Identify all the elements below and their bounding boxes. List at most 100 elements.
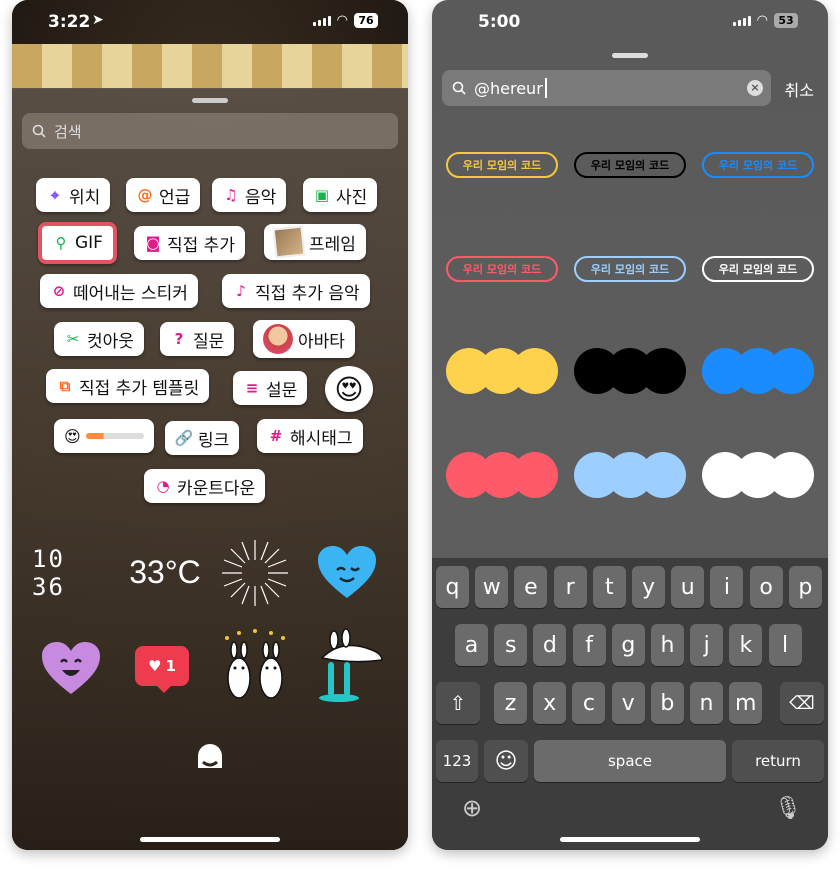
- emoji-reaction-sticker[interactable]: 😍: [325, 366, 373, 412]
- gif-sticker[interactable]: ⚲ GIF: [38, 222, 117, 264]
- key-k[interactable]: k: [729, 624, 763, 666]
- key-h[interactable]: h: [651, 624, 684, 666]
- temperature-value: 33°C: [129, 553, 201, 590]
- emoji-slider-sticker[interactable]: 😍: [54, 419, 154, 453]
- avatar-label: 아바타: [298, 331, 345, 352]
- key-y[interactable]: y: [632, 566, 665, 608]
- dot-trio-sticker[interactable]: [446, 348, 558, 394]
- camera-icon: ◙: [145, 234, 161, 252]
- dot-trio-sticker[interactable]: [574, 452, 686, 498]
- key-w[interactable]: w: [475, 566, 509, 608]
- key-p[interactable]: p: [788, 566, 822, 608]
- link-sticker[interactable]: 🔗 링크: [165, 421, 240, 455]
- sheet-handle[interactable]: [192, 98, 228, 103]
- dot-trio-sticker[interactable]: [574, 348, 686, 394]
- space-key[interactable]: space: [534, 740, 726, 782]
- key-o[interactable]: o: [749, 566, 783, 608]
- key-x[interactable]: x: [533, 682, 567, 724]
- key-n[interactable]: n: [690, 682, 723, 724]
- link-label: 링크: [198, 430, 230, 451]
- right-phone: 5:00 ◠ 53 @hereur × 취소 우리 모임의 코드 우리 모임의 코…: [432, 0, 828, 850]
- countdown-sticker[interactable]: ◔ 카운트다운: [144, 469, 266, 503]
- key-q[interactable]: q: [436, 566, 469, 608]
- dot-trio-sticker[interactable]: [446, 452, 558, 498]
- key-e[interactable]: e: [514, 566, 548, 608]
- dot-trio-sticker[interactable]: [702, 348, 814, 394]
- search-value: @hereur: [474, 78, 543, 98]
- sparkle-sticker[interactable]: [217, 538, 293, 608]
- question-sticker[interactable]: ? 질문: [160, 322, 235, 356]
- key-t[interactable]: t: [592, 566, 626, 608]
- cutout2-sticker[interactable]: ✂ 컷아웃: [54, 322, 144, 356]
- status-bar: 3:22 ➤ ◠ 76: [12, 0, 408, 44]
- key-s[interactable]: s: [494, 624, 528, 666]
- key-d[interactable]: d: [533, 624, 567, 666]
- sheet-handle[interactable]: [612, 53, 648, 58]
- code-pill-sticker[interactable]: 우리 모임의 코드: [702, 152, 814, 178]
- smiling-heart-icon: [42, 642, 100, 694]
- key-i[interactable]: i: [710, 566, 744, 608]
- dot: [512, 452, 558, 498]
- temperature-sticker[interactable]: 33°C: [127, 552, 203, 592]
- cutout-icon: ⊘: [52, 282, 66, 300]
- sticker-search-input[interactable]: 검색: [22, 113, 398, 149]
- slider-track: [85, 433, 144, 439]
- key-u[interactable]: u: [671, 566, 705, 608]
- dot: [768, 348, 814, 394]
- microphone-icon[interactable]: 🎙: [774, 796, 802, 821]
- key-m[interactable]: m: [729, 682, 763, 724]
- key-r[interactable]: r: [553, 566, 587, 608]
- backspace-key[interactable]: ⌫: [780, 682, 824, 724]
- code-pill-sticker[interactable]: 우리 모임의 코드: [446, 256, 558, 282]
- return-key[interactable]: return: [732, 740, 824, 782]
- key-a[interactable]: a: [455, 624, 488, 666]
- hashtag-sticker[interactable]: # 해시태그: [257, 419, 363, 453]
- key-z[interactable]: z: [494, 682, 527, 724]
- key-l[interactable]: l: [768, 624, 802, 666]
- home-indicator[interactable]: [140, 837, 280, 842]
- status-time: 5:00: [478, 12, 521, 32]
- key-j[interactable]: j: [690, 624, 724, 666]
- shift-key[interactable]: ⇧: [436, 682, 480, 724]
- key-b[interactable]: b: [650, 682, 684, 724]
- music-plus-icon: ♪: [236, 282, 246, 300]
- music-label: 음악: [245, 187, 277, 208]
- like-count-sticker[interactable]: ♥ 1: [134, 640, 190, 693]
- crying-bunny-sticker[interactable]: [312, 628, 388, 704]
- frame-sticker[interactable]: 프레임: [264, 224, 366, 260]
- emoji-key[interactable]: ☺: [484, 740, 528, 782]
- location-sticker[interactable]: ⌖ 위치: [36, 178, 111, 212]
- blue-heart-sticker[interactable]: [312, 540, 382, 604]
- bunnies-sticker[interactable]: [217, 628, 293, 704]
- add-yours-sticker[interactable]: ◙ 직접 추가: [134, 226, 245, 260]
- poll-label: 설문: [266, 380, 298, 401]
- code-pill-sticker[interactable]: 우리 모임의 코드: [702, 256, 814, 282]
- heart-icon: ♥: [148, 657, 162, 675]
- home-indicator[interactable]: [560, 837, 700, 842]
- key-g[interactable]: g: [611, 624, 645, 666]
- poll-sticker[interactable]: ≡ 설문: [233, 371, 308, 405]
- key-v[interactable]: v: [611, 682, 645, 724]
- mention-sticker[interactable]: @ 언급: [126, 178, 201, 212]
- code-pill-sticker[interactable]: 우리 모임의 코드: [446, 152, 558, 178]
- mention-label: 언급: [159, 187, 191, 208]
- add-yours-template-sticker[interactable]: ⧉ 직접 추가 템플릿: [46, 369, 210, 403]
- sticker-search-input[interactable]: @hereur ×: [442, 70, 771, 106]
- add-yours-music-sticker[interactable]: ♪ 직접 추가 음악: [222, 274, 370, 308]
- avatar-sticker[interactable]: 아바타: [253, 320, 355, 358]
- dot-trio-sticker[interactable]: [702, 452, 814, 498]
- music-sticker[interactable]: ♫ 음악: [212, 178, 287, 212]
- globe-icon[interactable]: ⊕: [462, 794, 482, 822]
- cutout-sticker[interactable]: ⊘ 떼어내는 스티커: [40, 274, 198, 308]
- clock-sticker[interactable]: 10 36: [32, 545, 112, 601]
- cancel-button[interactable]: 취소: [785, 77, 814, 101]
- key-f[interactable]: f: [572, 624, 606, 666]
- code-pill-sticker[interactable]: 우리 모임의 코드: [574, 152, 686, 178]
- purple-heart-sticker[interactable]: [36, 636, 106, 700]
- key-c[interactable]: c: [572, 682, 606, 724]
- code-pill-sticker[interactable]: 우리 모임의 코드: [574, 256, 686, 282]
- numbers-key[interactable]: 123: [436, 740, 478, 782]
- clear-icon[interactable]: ×: [747, 80, 763, 96]
- photo-sticker[interactable]: ▣ 사진: [303, 178, 378, 212]
- avatar-face-sticker[interactable]: [194, 743, 226, 773]
